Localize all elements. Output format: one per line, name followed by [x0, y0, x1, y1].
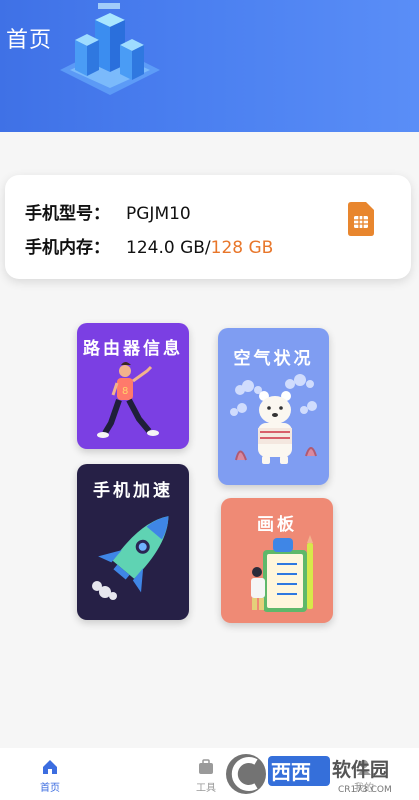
toolbox-icon [199, 759, 213, 774]
memory-total: 128 GB [210, 238, 274, 258]
rocket-illustration [92, 516, 169, 600]
watermark-domain: CR173.COM [338, 785, 392, 795]
drawing-board-tile[interactable]: 画板 [221, 498, 333, 623]
tab-home[interactable]: 首页 [20, 748, 80, 800]
header-banner: 首页 [0, 0, 419, 132]
tab-home-label: 首页 [40, 783, 60, 794]
watermark-brand-part1: 西西 [271, 760, 311, 784]
air-quality-tile[interactable]: 空气状况 [218, 328, 329, 485]
drawing-board-illustration [251, 535, 313, 612]
svg-text:8: 8 [122, 386, 128, 397]
device-info-card: 手机型号： PGJM10 手机内存： 124.0 GB/128 GB [5, 175, 411, 279]
sim-card-icon [348, 202, 374, 236]
bear-illustration [230, 374, 317, 464]
city-isometric-illustration [60, 3, 160, 95]
person-walking-illustration: 8 [97, 362, 159, 438]
site-watermark-logo: 西西 软件园 CR173.COM [226, 754, 392, 795]
watermark-brand-part2: 软件园 [332, 758, 389, 781]
home-icon [43, 760, 57, 774]
model-row: 手机型号： PGJM10 [25, 199, 191, 224]
memory-used: 124.0 GB [126, 238, 205, 258]
model-label: 手机型号： [25, 204, 110, 224]
memory-label: 手机内存： [25, 238, 110, 258]
router-info-tile[interactable]: 路由器信息 8 [77, 323, 189, 449]
memory-row: 手机内存： 124.0 GB/128 GB [25, 233, 273, 258]
model-value: PGJM10 [126, 204, 191, 224]
phone-speedup-tile[interactable]: 手机加速 [77, 464, 189, 620]
